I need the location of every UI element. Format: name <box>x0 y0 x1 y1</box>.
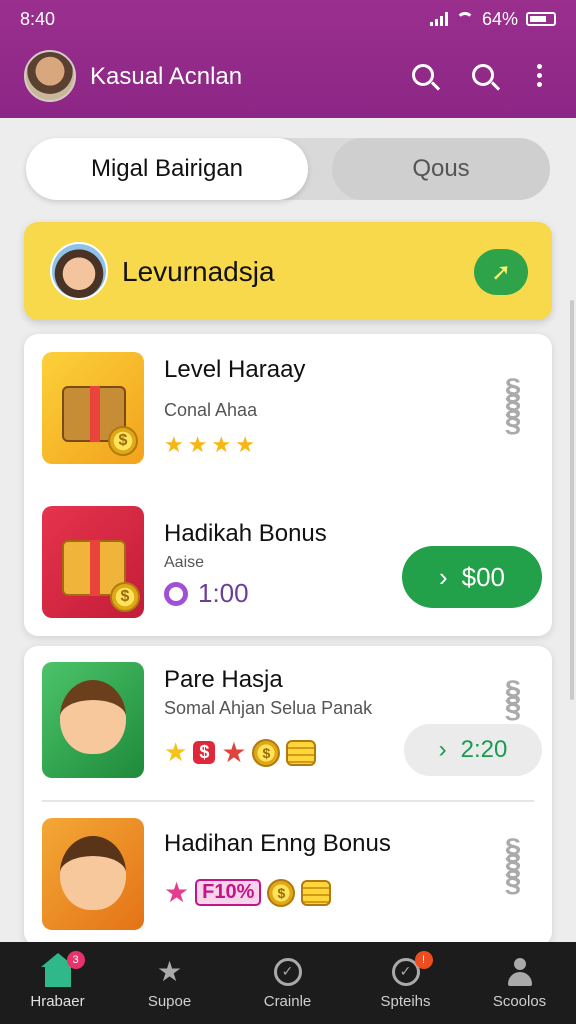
countdown-timer: 1:00 <box>164 578 249 609</box>
nav-label: Scoolos <box>492 992 547 1010</box>
character-face-icon <box>60 836 126 910</box>
gift-bag-thumbnail: $ <box>42 352 144 464</box>
coin-icon: $ <box>110 582 140 612</box>
nav-label: Supoe <box>147 992 192 1010</box>
star-icon: ★ <box>211 432 232 457</box>
more-menu-button[interactable] <box>522 58 556 92</box>
home-icon: 3 <box>40 950 85 987</box>
nav-item-home[interactable]: 3 Hrabaer <box>0 942 115 1024</box>
search-button-secondary[interactable] <box>466 58 500 92</box>
coin-icon: $ <box>267 878 296 907</box>
star-icon: ★ <box>235 432 255 457</box>
search-button[interactable] <box>406 58 440 92</box>
reward-card: Pare Hasja Somal Ahjan Selua Panak ★ $ ★… <box>24 646 552 946</box>
discount-badge: F10% <box>195 879 262 906</box>
notification-badge: 3 <box>66 950 85 969</box>
tab-migal-bairigan[interactable]: Migal Bairigan <box>26 138 308 200</box>
claim-button-label: $00 <box>461 561 506 592</box>
battery-icon <box>526 12 556 26</box>
banner-avatar <box>50 242 108 300</box>
list-item[interactable]: $ Level Haraay Conal Ahaa ★ ★ ★ ★ § § § <box>24 334 552 484</box>
timer-value: 1:00 <box>198 578 249 608</box>
gift-box-thumbnail: $ <box>42 506 144 618</box>
status-bar: 8:40 64% <box>20 8 556 30</box>
star-icon: ★ <box>187 432 208 457</box>
character-face-icon <box>60 680 126 754</box>
chevron-right-icon: › <box>438 561 448 592</box>
battery-percent: 64% <box>481 8 518 29</box>
star-icon: ★ <box>164 737 188 767</box>
check-circle-icon: ✓ ! <box>391 950 433 987</box>
user-avatar[interactable] <box>24 50 76 102</box>
drag-handle-icon[interactable]: § § § <box>502 375 524 446</box>
coin-icon: $ <box>252 738 281 767</box>
status-time: 8:40 <box>20 8 56 29</box>
nav-label: Hrabaer <box>30 992 85 1010</box>
nav-item-explore[interactable]: ✓ Crainle <box>230 942 345 1024</box>
coin-stack-icon <box>301 879 332 906</box>
reward-card: $ Level Haraay Conal Ahaa ★ ★ ★ ★ § § § $ Had… <box>24 334 552 636</box>
star-icon: ★ <box>156 956 183 987</box>
item-subtitle: Conal Ahaa <box>164 400 258 420</box>
nav-item-profile[interactable]: Scoolos <box>462 942 576 1024</box>
signal-icon <box>429 12 448 26</box>
item-title: Pare Hasja <box>164 666 283 693</box>
tab-qous[interactable]: Qous <box>332 138 550 200</box>
list-item[interactable]: $ Hadikah Bonus Aaise 1:00 › $00 <box>24 484 552 636</box>
search-icon <box>472 64 494 86</box>
compass-icon: ✓ <box>273 957 303 987</box>
nav-label: Crainle <box>263 992 312 1010</box>
timer-icon <box>164 581 188 606</box>
reward-badges: ★ $ ★ $ <box>164 736 317 769</box>
list-item[interactable]: Pare Hasja Somal Ahjan Selua Panak ★ $ ★… <box>24 646 552 800</box>
item-subtitle: Aaise <box>164 554 205 571</box>
timer-button[interactable]: › 2:20 <box>404 724 542 776</box>
nav-item-tasks[interactable]: ✓ ! Spteihs <box>348 942 463 1024</box>
tab-bar: Qous Migal Bairigan <box>26 138 550 200</box>
item-title: Hadihan Enng Bonus <box>164 830 391 857</box>
notification-badge: ! <box>414 950 433 969</box>
star-icon: ★ <box>221 737 247 768</box>
more-vertical-icon <box>536 63 542 87</box>
coin-stack-icon <box>286 739 317 766</box>
list-item[interactable]: Hadihan Enng Bonus ★ F10% $ § § § <box>24 802 552 946</box>
item-title: Hadikah Bonus <box>164 520 327 547</box>
coin-icon: $ <box>108 426 138 456</box>
nav-item-favorites[interactable]: ★ Supoe <box>112 942 227 1024</box>
rating-stars: ★ ★ ★ ★ <box>164 432 255 458</box>
timer-button-label: 2:20 <box>460 736 508 763</box>
cash-badge: $ <box>193 741 216 764</box>
drag-handle-icon[interactable]: § § § <box>502 835 524 906</box>
promo-banner[interactable]: Levurnadsja ➚ <box>24 222 552 320</box>
star-icon: ★ <box>164 432 184 457</box>
app-title: Kasual Acnlan <box>90 63 243 90</box>
wifi-icon <box>455 12 474 26</box>
app-header: 8:40 64% Kasual Acnlan <box>0 0 576 118</box>
item-subtitle: Somal Ahjan Selua Panak <box>164 698 373 718</box>
bottom-navigation: 3 Hrabaer ★ Supoe ✓ Crainle ✓ ! Spteihs … <box>0 942 576 1024</box>
claim-button[interactable]: › $00 <box>402 546 542 608</box>
search-icon <box>412 64 434 86</box>
character-thumbnail <box>42 662 144 778</box>
profile-icon <box>505 957 535 987</box>
star-icon: ★ <box>164 877 190 908</box>
chevron-right-icon: › <box>438 736 447 763</box>
scrollbar[interactable] <box>570 300 574 700</box>
item-title: Level Haraay <box>164 356 306 383</box>
banner-go-button[interactable]: ➚ <box>474 249 528 295</box>
nav-label: Spteihs <box>380 992 431 1010</box>
arrow-right-icon: ➚ <box>490 258 512 286</box>
character-thumbnail <box>42 818 144 930</box>
banner-title: Levurnadsja <box>122 256 275 287</box>
reward-badges: ★ F10% $ <box>164 876 332 909</box>
